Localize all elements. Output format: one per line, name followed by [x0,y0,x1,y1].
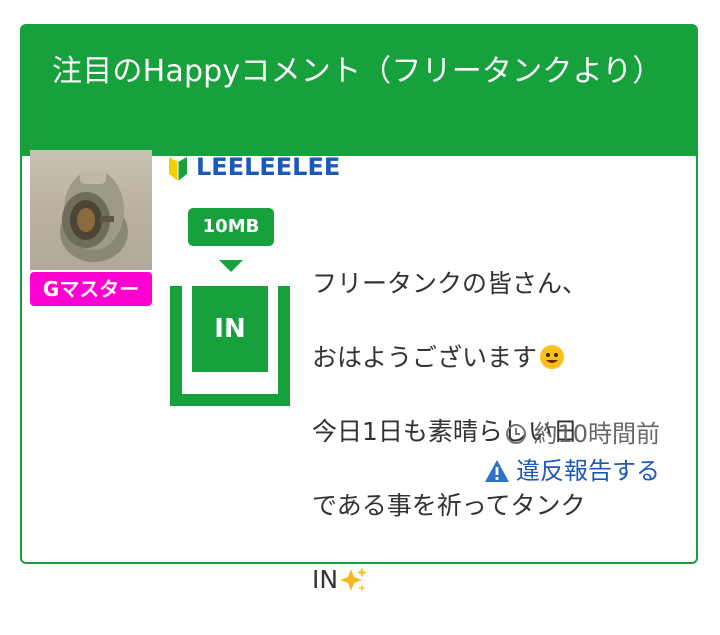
tank-wall-right [278,286,290,406]
time-ago: 約10時間前 [533,420,660,448]
comment-line-text: IN [312,565,339,594]
sparkles-emoji [340,567,368,592]
comment-line: IN [312,561,632,598]
size-badge: 10MB [188,208,274,246]
avatar[interactable] [30,150,152,270]
tank-graphic: IN [170,286,290,406]
beginner-mark-icon [169,157,187,181]
card-header: 注目のHappyコメント（フリータンクより） [22,26,696,156]
comment-line-text: おはようございます [312,343,538,372]
tank-wall-left [170,286,182,406]
keg-image [60,170,128,262]
comment-line: フリータンクの皆さん、 [312,269,588,298]
report-link[interactable]: 違反報告する [484,455,660,487]
rank-badge: Gマスター [30,272,152,306]
timestamp: 約10時間前 [505,418,660,450]
smiling-face-emoji [540,345,565,369]
down-arrow-icon [219,260,243,272]
warning-icon [485,460,509,482]
clock-icon [506,424,527,444]
comment-line: である事を祈ってタンク [312,491,586,520]
username-link[interactable]: LEELEELEE [196,152,340,182]
report-label[interactable]: 違反報告する [516,455,660,487]
tank-wall-bottom [170,394,290,406]
tank-label: IN [192,286,268,372]
card-title: 注目のHappyコメント（フリータンクより） [52,54,663,89]
comment-line: おはようございます [312,339,632,376]
